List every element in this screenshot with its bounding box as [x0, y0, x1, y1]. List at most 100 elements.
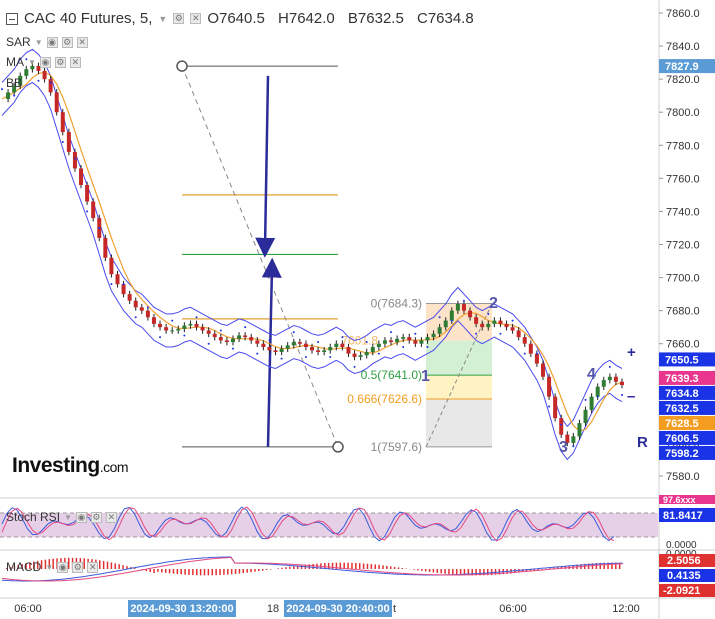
macd-histogram-bar [250, 569, 252, 573]
macd-histogram-bar [161, 569, 163, 573]
macd-histogram-bar [448, 569, 450, 575]
candle-body [200, 327, 205, 331]
sar-dot [475, 332, 478, 335]
dropdown-icon[interactable]: ▼ [28, 58, 36, 67]
fib-zone-mid [426, 340, 492, 376]
macd-histogram-bar [149, 569, 151, 573]
macd-histogram-bar [428, 569, 431, 572]
macd-histogram-bar [390, 566, 392, 569]
sar-dot [61, 140, 64, 143]
price-axis-label: 7840.0 [666, 41, 700, 53]
macd-histogram-bar [203, 569, 206, 576]
eye-icon[interactable]: ◉ [39, 56, 51, 68]
close-icon[interactable]: ✕ [69, 56, 81, 68]
macd-histogram-bar [374, 564, 376, 569]
settings-icon[interactable]: ⚙ [54, 56, 66, 68]
settings-icon[interactable]: ⚙ [173, 13, 185, 24]
sar-dot [280, 357, 283, 360]
settings-icon[interactable]: ⚙ [72, 561, 84, 573]
logo-text: Investing [12, 454, 100, 477]
macd-histogram-bar [219, 569, 221, 576]
macd-histogram-bar [102, 560, 105, 569]
settings-icon[interactable]: ⚙ [61, 36, 73, 48]
candle-body [407, 337, 412, 341]
price-tag-label: 7639.3 [665, 373, 699, 385]
candle-body [376, 343, 381, 348]
macd-histogram-bar [223, 569, 225, 575]
price-tag-label: 7634.8 [665, 388, 699, 400]
fib-label: 1(7597.6) [371, 440, 422, 454]
macd-histogram-bar [331, 562, 334, 569]
macd-histogram-bar [397, 567, 400, 569]
candle-body [291, 342, 296, 346]
sar-dot [49, 81, 52, 84]
time-cursor-label: 2024-09-30 13:20:00 [130, 603, 233, 615]
sar-dot [37, 79, 40, 82]
fib-label: 0(7684.3) [371, 297, 422, 311]
sar-dot [377, 352, 380, 355]
macd-histogram-bar [118, 564, 120, 569]
macd-tag-label: -2.0921 [663, 585, 700, 597]
candle-body [352, 353, 357, 357]
sar-dot [86, 210, 89, 213]
candle-body [322, 350, 327, 352]
close-icon[interactable]: ✕ [105, 511, 117, 523]
sar-dot [1, 88, 3, 91]
candle-body [194, 323, 199, 328]
price-axis-label: 7820.0 [666, 74, 700, 86]
candle-body [413, 340, 418, 344]
candle-body [589, 396, 594, 410]
candle-body [176, 328, 181, 331]
eye-icon[interactable]: ◉ [57, 561, 69, 573]
settings-icon[interactable]: ⚙ [90, 511, 102, 523]
candle-body [54, 92, 59, 113]
candle-body [115, 274, 120, 285]
sar-dot [608, 365, 611, 368]
eye-icon[interactable]: ◉ [75, 511, 87, 523]
close-icon[interactable]: ✕ [76, 36, 88, 48]
sar-dot [110, 283, 113, 286]
indicator-stoch-rsi[interactable]: Stoch RSI ▼ ◉ ⚙ ✕ [6, 510, 117, 524]
candle-body [255, 340, 260, 344]
drawn-handle [332, 441, 344, 453]
price-tag-label: 7827.9 [665, 61, 699, 73]
indicator-stoch-rsi-label: Stoch RSI [6, 510, 61, 524]
indicator-macd[interactable]: MACD ▼ ◉ ⚙ ✕ [6, 560, 99, 574]
time-axis-label: 18 [267, 603, 279, 615]
sar-dot [292, 331, 295, 334]
macd-histogram-bar [362, 563, 365, 569]
dropdown-icon[interactable]: ▼ [158, 14, 167, 24]
indicator-ma[interactable]: MA ▼ ◉ ⚙ ✕ [6, 55, 81, 69]
candle-body [425, 337, 430, 341]
eye-icon[interactable]: ◉ [46, 36, 58, 48]
sar-dot [365, 341, 368, 344]
macd-histogram-bar [227, 569, 229, 575]
indicator-bb[interactable]: BB [6, 76, 22, 90]
dropdown-icon[interactable]: ▼ [45, 563, 53, 572]
sar-dot [487, 312, 490, 315]
candle-body [583, 409, 588, 424]
dropdown-icon[interactable]: ▼ [35, 38, 43, 47]
macd-histogram-bar [347, 562, 349, 569]
indicator-sar[interactable]: SAR ▼ ◉ ⚙ ✕ [6, 35, 88, 49]
macd-histogram-bar [180, 569, 182, 575]
sar-dot [426, 346, 429, 349]
close-icon[interactable]: ✕ [190, 13, 202, 24]
sar-dot [244, 326, 247, 329]
macd-histogram-bar [188, 569, 190, 575]
sar-dot [207, 342, 210, 345]
macd-histogram-bar [176, 569, 179, 575]
dropdown-icon[interactable]: ▼ [64, 513, 72, 522]
sar-dot [548, 405, 551, 408]
macd-histogram-bar [401, 568, 404, 569]
close-icon[interactable]: ✕ [87, 561, 99, 573]
candle-body [364, 351, 369, 356]
chart-canvas[interactable]: 0(7684.3) 0.5(7641.0) 0.666(7626.6) 1(7597.… [0, 0, 715, 619]
candle-body [42, 70, 47, 80]
sar-dot [195, 316, 198, 319]
candle-body [455, 304, 460, 311]
sar-dot [390, 331, 393, 334]
collapse-icon[interactable] [6, 12, 18, 25]
candle-body [547, 376, 552, 397]
macd-histogram-bar [421, 569, 423, 571]
